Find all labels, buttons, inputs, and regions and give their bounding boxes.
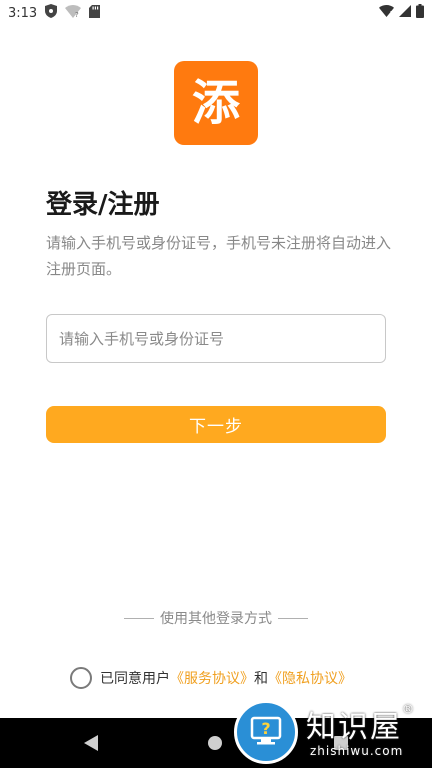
watermark-domain: zhishiwu.com [310,744,404,758]
status-bar: 3:13 ? [0,0,432,26]
service-agreement-link[interactable]: 《服务协议》 [170,668,254,688]
status-bar-left: 3:13 ? [8,4,101,22]
agreement-conjunction: 和 [254,671,268,687]
shield-icon [45,4,58,22]
watermark-title: 知识屋® [306,702,416,745]
divider-right [278,617,308,619]
wifi-question-icon: ? [65,4,82,22]
watermark-logo-icon: ? [234,700,298,764]
other-login-methods[interactable]: 使用其他登录方式 [0,608,432,628]
agreement-checkbox[interactable] [70,667,92,689]
privacy-agreement-link[interactable]: 《隐私协议》 [268,668,352,688]
back-icon[interactable] [84,735,98,755]
other-login-label: 使用其他登录方式 [160,611,272,627]
status-time: 3:13 [8,5,38,21]
wifi-icon [379,5,394,21]
battery-icon [416,4,424,22]
divider-left [124,617,154,619]
agreement-row: 已同意用户 《服务协议》 和 《隐私协议》 [70,667,352,689]
app-logo-char: 添 [191,75,240,131]
next-step-button[interactable]: 下一步 [46,406,386,443]
app-logo: 添 [174,61,258,145]
sd-card-icon [89,4,101,22]
page-title: 登录/注册 [46,190,160,220]
signal-icon [399,5,411,21]
home-icon[interactable] [208,736,222,750]
status-bar-right [379,4,424,22]
svg-text:?: ? [261,719,270,738]
agreement-prefix: 已同意用户 [100,671,170,687]
phone-id-input[interactable] [46,314,386,363]
svg-text:?: ? [75,11,79,18]
page-subtitle: 请输入手机号或身份证号，手机号未注册将自动进入注册页面。 [46,234,392,278]
watermark: ? 知识屋® zhishiwu.com [234,700,432,768]
